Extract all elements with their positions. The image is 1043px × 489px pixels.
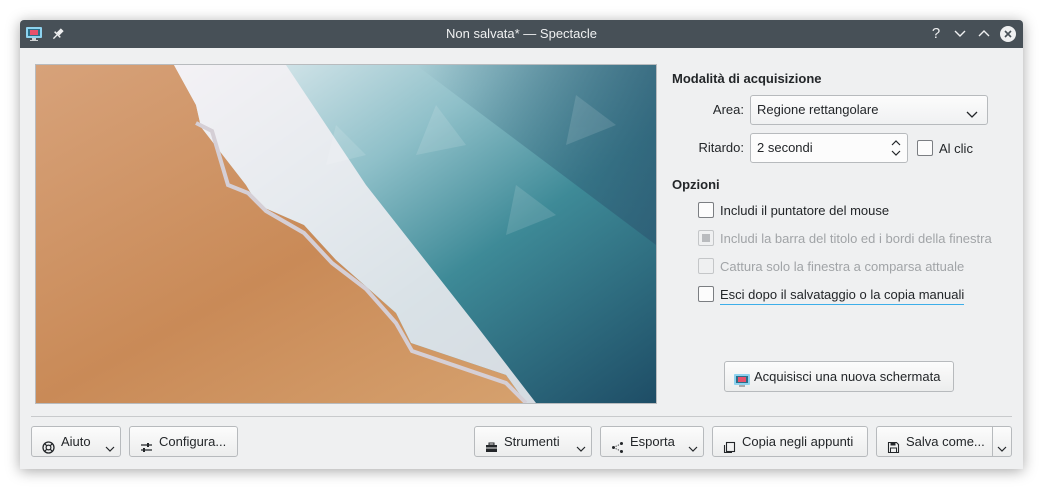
copy-label: Copia negli appunti (742, 434, 854, 449)
include-titlebar-label: Includi la barra del titolo ed i bordi d… (720, 231, 992, 246)
export-label: Esporta (630, 434, 675, 449)
save-as-label: Salva come... (906, 434, 985, 449)
title-bar[interactable]: Non salvata* — Spectacle ? (20, 20, 1023, 48)
spin-arrows-icon[interactable] (890, 138, 902, 158)
include-titlebar-checkbox (698, 230, 714, 246)
include-mouse-pointer-checkbox[interactable] (698, 202, 714, 218)
save-as-icon (887, 435, 900, 454)
on-click-checkbox[interactable] (917, 140, 933, 156)
maximize-icon[interactable] (975, 25, 993, 43)
tools-label: Strumenti (504, 434, 560, 449)
help-label: Aiuto (61, 434, 91, 449)
split-divider (992, 427, 993, 456)
minimize-icon[interactable] (951, 25, 969, 43)
new-screenshot-button[interactable]: Acquisisci una nuova schermata (724, 361, 954, 392)
tools-menu-button[interactable]: Strumenti (474, 426, 592, 457)
quit-after-save-checkbox[interactable] (698, 286, 714, 302)
toolbox-icon (485, 435, 498, 452)
help-icon[interactable]: ? (927, 25, 945, 43)
settings-sliders-icon (140, 435, 153, 452)
capture-popup-checkbox (698, 258, 714, 274)
area-combobox[interactable]: Regione rettangolare (750, 95, 988, 125)
chevron-down-icon (965, 104, 979, 118)
spectacle-window: Non salvata* — Spectacle ? Modalità di a… (20, 20, 1023, 469)
window-title: Non salvata* — Spectacle (445, 26, 598, 41)
quit-after-save-label[interactable]: Esci dopo il salvataggio o la copia manu… (720, 287, 965, 305)
on-click-label[interactable]: Al clic (939, 141, 973, 156)
footer-separator (31, 416, 1012, 417)
clipboard-icon (723, 435, 736, 454)
include-mouse-pointer-label[interactable]: Includi il puntatore del mouse (720, 203, 889, 218)
delay-value: 2 secondi (757, 140, 813, 155)
delay-spinbox[interactable]: 2 secondi (750, 133, 908, 163)
capture-popup-label: Cattura solo la finestra a comparsa attu… (720, 259, 965, 274)
chevron-down-icon (575, 436, 587, 452)
copy-to-clipboard-button[interactable]: Copia negli appunti (712, 426, 868, 457)
delay-label: Ritardo: (698, 140, 744, 155)
area-label: Area: (712, 102, 744, 117)
close-icon[interactable] (999, 25, 1017, 43)
area-value: Regione rettangolare (757, 102, 879, 117)
save-as-button[interactable]: Salva come... (876, 426, 1012, 457)
lifebuoy-icon (42, 435, 55, 454)
chevron-down-icon[interactable] (996, 436, 1008, 452)
configure-label: Configura... (159, 434, 227, 449)
chevron-down-icon (104, 436, 116, 452)
configure-button[interactable]: Configura... (129, 426, 238, 457)
new-screenshot-label: Acquisisci una nuova schermata (754, 369, 941, 384)
spectacle-app-icon (734, 369, 750, 387)
export-menu-button[interactable]: Esporta (600, 426, 704, 457)
help-menu-button[interactable]: Aiuto (31, 426, 121, 457)
share-icon (611, 435, 624, 453)
screenshot-preview[interactable] (35, 64, 657, 404)
capture-mode-heading: Modalità di acquisizione (672, 71, 822, 86)
chevron-down-icon (687, 436, 699, 452)
options-heading: Opzioni (672, 177, 720, 192)
